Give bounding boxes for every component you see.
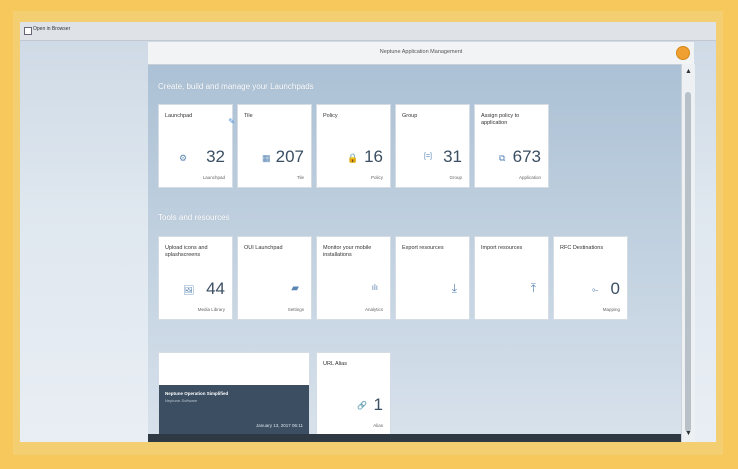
tile-title: Export resources bbox=[402, 245, 444, 251]
app-header: Neptune Application Management bbox=[148, 42, 694, 65]
scrollbar-thumb[interactable] bbox=[685, 92, 691, 432]
tile-oui-launchpad[interactable]: OUI Launchpad ▰ Settings bbox=[237, 236, 312, 320]
scroll-down-icon[interactable]: ▼ bbox=[684, 430, 693, 438]
app-window: Neptune Application Management Create, b… bbox=[148, 42, 695, 442]
lock-icon: 🔒 bbox=[347, 153, 359, 163]
tile-title: Monitor your mobile installations bbox=[323, 245, 372, 258]
link-icon: ⟜ bbox=[592, 285, 599, 294]
scroll-up-icon[interactable]: ▲ bbox=[684, 68, 693, 76]
tile-launchpad[interactable]: Launchpad ✎ ⚙ 32 Launchpad bbox=[158, 104, 235, 188]
tile-title: OUI Launchpad bbox=[244, 245, 283, 251]
tile-count: 207 bbox=[275, 147, 304, 166]
news-tile[interactable]: Neptune Operation Simplified Neptune-Sof… bbox=[158, 352, 310, 436]
user-avatar[interactable] bbox=[676, 46, 690, 60]
news-title: Neptune Operation Simplified bbox=[165, 391, 229, 396]
tile-title: Import resources bbox=[481, 245, 523, 251]
tile-rfc-destinations[interactable]: RFC Destinations ⟜ 0 Mapping bbox=[553, 236, 628, 320]
tile-count: 0 bbox=[610, 279, 620, 298]
tile-footer: Settings bbox=[287, 307, 304, 312]
tile-footer: Launchpad bbox=[202, 175, 225, 180]
download-icon: ⤓ bbox=[451, 281, 457, 295]
tile-footer: Application bbox=[518, 175, 541, 180]
grid-icon: ▦ bbox=[262, 153, 271, 163]
tile-count: 44 bbox=[206, 279, 225, 298]
tile-count: 1 bbox=[373, 395, 383, 414]
tile-title: Launchpad bbox=[165, 113, 193, 119]
upload-icon: ⤒ bbox=[530, 281, 536, 295]
tile-count: 673 bbox=[512, 147, 541, 166]
section-title-tools: Tools and resources bbox=[158, 213, 230, 222]
tile-count: 32 bbox=[206, 147, 225, 166]
tile-group[interactable]: Group [=] 31 Group bbox=[395, 104, 470, 188]
tile-footer: Alias bbox=[373, 423, 383, 428]
open-in-browser-checkbox[interactable] bbox=[24, 27, 32, 35]
tile-title: Policy bbox=[323, 113, 338, 119]
bottom-bar bbox=[148, 434, 681, 442]
news-date: January 13, 2017 06:11 bbox=[256, 423, 303, 428]
link-icon: 🔗 bbox=[357, 401, 367, 410]
tile-export-resources[interactable]: Export resources ⤓ bbox=[395, 236, 470, 320]
cube-icon: ⚙ bbox=[179, 153, 188, 163]
assign-icon: ⧉ bbox=[499, 153, 506, 163]
app-title: Neptune Application Management bbox=[379, 49, 463, 55]
open-in-browser-label: Open in Browser bbox=[33, 26, 71, 32]
tile-title: Upload icons and splashscreens bbox=[165, 245, 208, 258]
tile-assign-policy[interactable]: Assign policy to application ⧉ 673 Appli… bbox=[474, 104, 549, 188]
tile-footer: Analytics bbox=[364, 307, 383, 312]
tile-import-resources[interactable]: Import resources ⤒ bbox=[474, 236, 549, 320]
tile-tile[interactable]: Tile ▦ 207 Tile bbox=[237, 104, 312, 188]
bar-chart-icon: ılı bbox=[371, 283, 378, 292]
screen: Open in Browser Neptune Application Mana… bbox=[20, 22, 716, 442]
tile-count: 31 bbox=[443, 147, 462, 166]
folder-icon: ▰ bbox=[291, 283, 299, 294]
section-title-manage: Create, build and manage your Launchpads bbox=[158, 82, 314, 91]
edit-icon[interactable]: ✎ bbox=[228, 117, 235, 126]
tile-policy[interactable]: Policy 🔒 16 Policy bbox=[316, 104, 391, 188]
tile-url-alias[interactable]: URL Alias 🔗 1 Alias bbox=[316, 352, 391, 436]
tile-title: Assign policy to application bbox=[481, 113, 520, 126]
tile-title: Tile bbox=[244, 113, 253, 119]
vertical-scrollbar[interactable]: ▲ ▼ bbox=[681, 64, 695, 442]
tile-title: Group bbox=[402, 113, 418, 119]
tile-count: 16 bbox=[364, 147, 383, 166]
tile-title: RFC Destinations bbox=[560, 245, 604, 251]
tile-upload-icons[interactable]: Upload icons and splashscreens 🖼 44 Medi… bbox=[158, 236, 233, 320]
browser-bar: Open in Browser bbox=[20, 22, 716, 41]
tile-footer: Media Library bbox=[197, 307, 225, 312]
tile-monitor-installations[interactable]: Monitor your mobile installations ılı An… bbox=[316, 236, 391, 320]
tile-footer: Group bbox=[449, 175, 462, 180]
tile-title: URL Alias bbox=[323, 361, 347, 367]
tile-footer: Tile bbox=[296, 175, 304, 180]
image-icon: 🖼 bbox=[183, 285, 195, 295]
tile-footer: Policy bbox=[370, 175, 383, 180]
group-icon: [=] bbox=[424, 153, 432, 160]
tile-footer: Mapping bbox=[602, 307, 620, 312]
news-band: Neptune Operation Simplified Neptune-Sof… bbox=[159, 385, 309, 435]
news-subtitle: Neptune-Software bbox=[165, 398, 198, 403]
